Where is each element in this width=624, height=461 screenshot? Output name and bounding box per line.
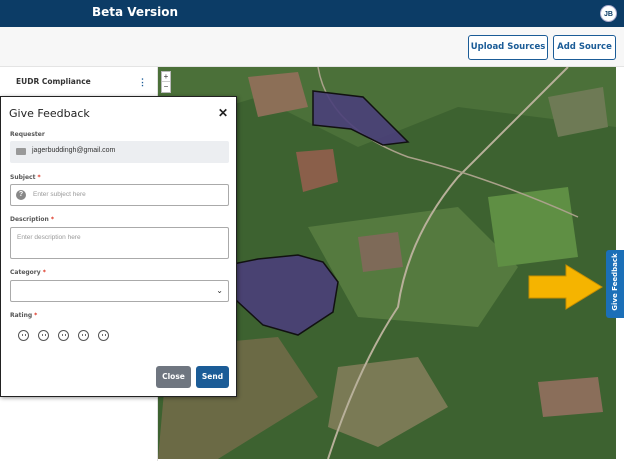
description-placeholder: Enter description here: [17, 234, 81, 241]
description-label: Description *: [10, 216, 54, 223]
modal-title: Give Feedback: [9, 107, 90, 120]
app-title: Beta Version: [92, 5, 179, 19]
rating-options: [18, 328, 118, 346]
add-source-button[interactable]: Add Source: [553, 35, 616, 60]
subject-placeholder: Enter subject here: [33, 191, 86, 198]
kebab-icon[interactable]: ⋮: [138, 75, 147, 89]
neutral-face-icon[interactable]: [58, 330, 69, 341]
zoom-out-button[interactable]: −: [162, 82, 170, 92]
mail-icon: [16, 148, 26, 155]
requester-label: Requester: [10, 131, 45, 138]
category-select[interactable]: ⌄: [10, 280, 229, 302]
happy-face-icon[interactable]: [78, 330, 89, 341]
sad-face-icon[interactable]: [38, 330, 49, 341]
close-button[interactable]: Close: [156, 366, 191, 388]
upload-sources-button[interactable]: Upload Sources: [468, 35, 548, 60]
send-button[interactable]: Send: [196, 366, 229, 388]
give-feedback-tab[interactable]: Give Feedback: [606, 250, 624, 318]
give-feedback-tab-label: Give Feedback: [611, 253, 619, 311]
chevron-down-icon: ⌄: [216, 286, 223, 295]
subject-label: Subject *: [10, 174, 41, 181]
rating-label: Rating *: [10, 312, 38, 319]
requester-value: jagerbuddingh@gmail.com: [32, 147, 116, 154]
requester-field: jagerbuddingh@gmail.com: [10, 141, 229, 163]
very-happy-face-icon[interactable]: [98, 330, 109, 341]
close-icon[interactable]: ✕: [218, 107, 228, 119]
avatar[interactable]: JB: [600, 5, 617, 22]
question-icon: ?: [16, 190, 26, 200]
sidebar-item-eudr-compliance[interactable]: EUDR Compliance ⋮: [0, 67, 158, 95]
zoom-in-button[interactable]: +: [162, 72, 170, 82]
subject-input[interactable]: ? Enter subject here: [10, 184, 229, 206]
category-label: Category *: [10, 269, 46, 276]
sidebar-item-label: EUDR Compliance: [16, 77, 91, 86]
zoom-control: + −: [161, 71, 171, 93]
give-feedback-modal: Give Feedback ✕ Requester jagerbuddingh@…: [0, 96, 237, 397]
top-bar: Beta Version JB: [0, 0, 624, 27]
very-sad-face-icon[interactable]: [18, 330, 29, 341]
arrow-right-icon: [528, 264, 603, 310]
description-textarea[interactable]: Enter description here: [10, 227, 229, 259]
